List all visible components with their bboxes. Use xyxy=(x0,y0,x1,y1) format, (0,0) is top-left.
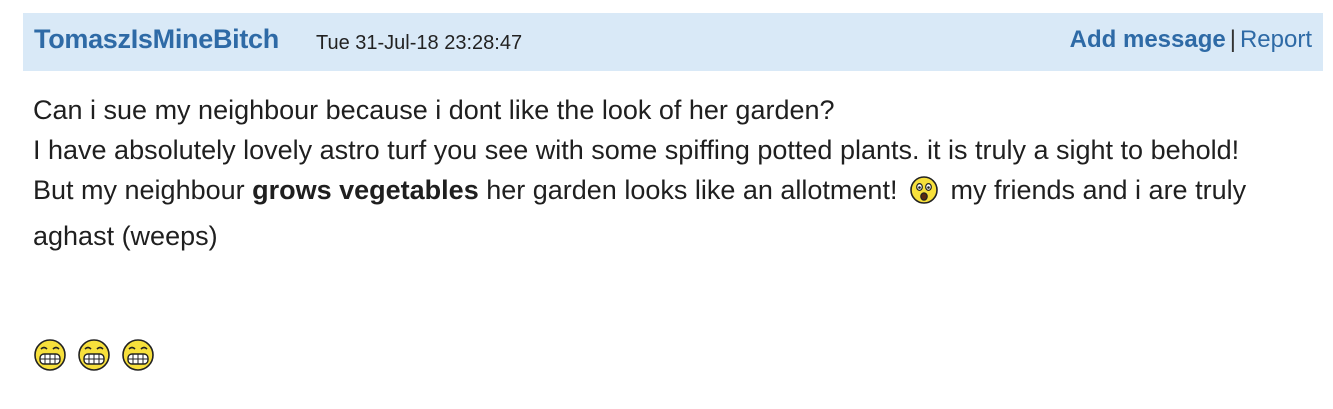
post-text-line: Can i sue my neighbour because i dont li… xyxy=(33,95,835,125)
forum-post: TomaszIsMineBitch Tue 31-Jul-18 23:28:47… xyxy=(0,0,1333,409)
actions-separator: | xyxy=(1229,26,1236,53)
post-timestamp: Tue 31-Jul-18 23:28:47 xyxy=(316,32,523,54)
add-message-link[interactable]: Add message xyxy=(1070,26,1226,53)
post-body: Can i sue my neighbour because i dont li… xyxy=(33,90,1313,256)
post-text: But my neighbour xyxy=(33,175,253,205)
emoji-row xyxy=(33,338,155,372)
bold-text: grows vegetables xyxy=(252,175,479,205)
shocked-face-icon xyxy=(909,175,939,216)
grinning-teeth-icon xyxy=(77,338,111,372)
post-text: her garden looks like an allotment! xyxy=(478,175,905,205)
username-link[interactable]: TomaszIsMineBitch xyxy=(34,24,279,55)
report-link[interactable]: Report xyxy=(1240,26,1312,53)
post-text-line: I have absolutely lovely astro turf you … xyxy=(33,135,1240,165)
grinning-teeth-icon xyxy=(121,338,155,372)
post-actions: Add message | Report xyxy=(1070,26,1312,54)
grinning-teeth-icon xyxy=(33,338,67,372)
post-text-line: But my neighbour grows vegetables her ga… xyxy=(33,170,1313,256)
post-header: TomaszIsMineBitch Tue 31-Jul-18 23:28:47… xyxy=(23,13,1323,71)
